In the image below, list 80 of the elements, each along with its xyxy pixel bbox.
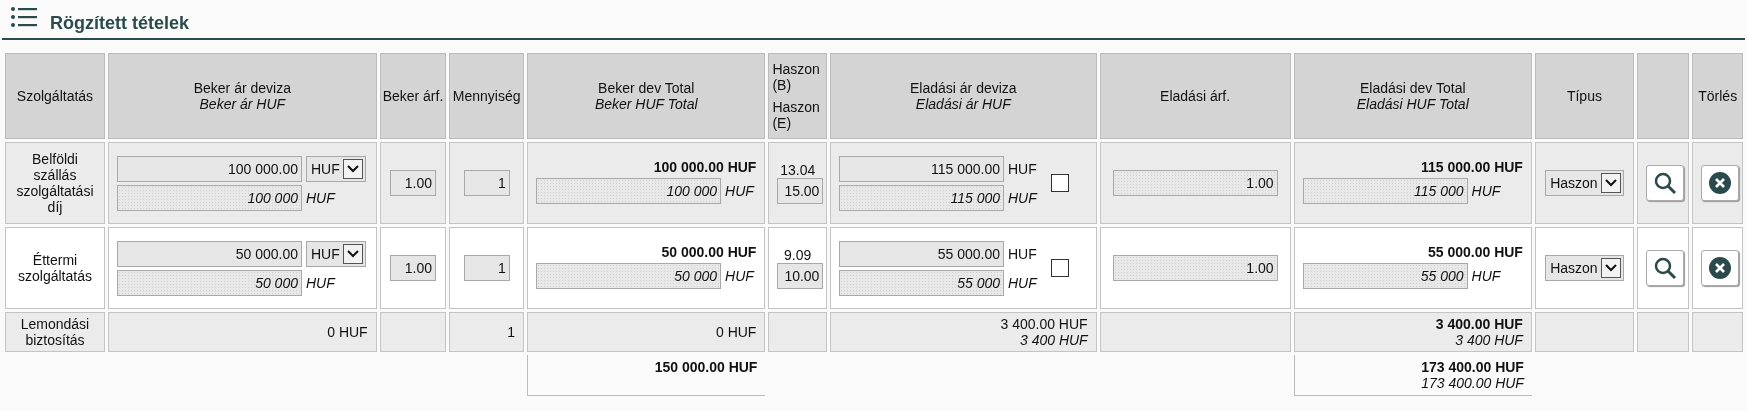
unit-label: HUF bbox=[725, 183, 754, 199]
column-header: Beker dev Total Beker HUF Total bbox=[527, 53, 766, 139]
unit-label: HUF bbox=[1008, 274, 1037, 291]
currency-select[interactable]: HUF bbox=[306, 240, 366, 267]
column-header: Haszon (B) Haszon (E) bbox=[768, 53, 827, 139]
delete-button[interactable] bbox=[1701, 165, 1740, 201]
unit-label: HUF bbox=[725, 268, 754, 284]
huf-total: 3 400 HUF bbox=[1454, 332, 1523, 348]
close-icon bbox=[1708, 256, 1733, 280]
search-button[interactable] bbox=[1645, 250, 1684, 286]
unit-label: HUF bbox=[1008, 245, 1037, 262]
unit-label: HUF bbox=[306, 274, 335, 291]
grand-total: 150 000.00 HUF bbox=[653, 359, 758, 375]
margin-input[interactable]: 10.00 bbox=[777, 263, 824, 289]
column-header: Beker ár deviza Beker ár HUF bbox=[108, 53, 377, 139]
column-header: Törlés bbox=[1692, 53, 1743, 139]
unit-label: HUF bbox=[1008, 160, 1037, 177]
type-select[interactable]: Haszon bbox=[1545, 255, 1624, 281]
column-header: Típus bbox=[1534, 53, 1634, 139]
checkbox[interactable] bbox=[1050, 174, 1069, 192]
unit-label: HUF bbox=[306, 189, 335, 206]
huf-input[interactable]: 55 000 bbox=[839, 269, 1004, 296]
search-icon bbox=[1652, 256, 1677, 280]
margin-value: 9.09 bbox=[783, 247, 813, 263]
total-amount: 55 000.00 HUF bbox=[1426, 244, 1523, 260]
huf-amount: 3 400 HUF bbox=[1018, 332, 1088, 348]
caret-icon bbox=[342, 158, 363, 179]
quantity: 1 bbox=[507, 324, 516, 340]
huf-total-input[interactable]: 100 000 bbox=[536, 178, 722, 204]
rate-input[interactable]: 1.00 bbox=[1112, 170, 1278, 196]
huf-input[interactable]: 100 000 bbox=[117, 184, 302, 211]
column-header: Eladási dev Total Eladási HUF Total bbox=[1293, 53, 1532, 139]
service-name: Lemondási biztosítás bbox=[20, 316, 90, 348]
huf-total-input[interactable]: 50 000 bbox=[536, 263, 722, 289]
section-title: Rögzített tételek bbox=[50, 12, 190, 34]
list-icon bbox=[10, 6, 38, 28]
margin-value: 13.04 bbox=[779, 162, 817, 178]
service-name: Belföldi szállás szolgáltatási díj bbox=[16, 151, 94, 215]
column-header: Eladási árf. bbox=[1099, 53, 1291, 139]
search-button[interactable] bbox=[1645, 165, 1684, 201]
column-header: Eladási ár deviza Eladási ár HUF bbox=[830, 53, 1097, 139]
checkbox[interactable] bbox=[1050, 259, 1069, 277]
total-amount: 0 HUF bbox=[715, 324, 757, 340]
quantity-input[interactable]: 1 bbox=[463, 170, 510, 196]
column-header: Mennyiség bbox=[449, 53, 525, 139]
amount: 3 400.00 HUF bbox=[999, 316, 1088, 332]
total-amount: 100 000.00 HUF bbox=[652, 159, 757, 175]
unit-label: HUF bbox=[1471, 268, 1501, 284]
huf-input[interactable]: 115 000 bbox=[839, 184, 1004, 211]
unit-label: HUF bbox=[1008, 189, 1037, 206]
currency-select[interactable]: HUF bbox=[306, 155, 366, 182]
unit-label: HUF bbox=[1471, 183, 1501, 199]
caret-icon bbox=[1600, 173, 1621, 193]
price-input[interactable]: 55 000.00 bbox=[839, 240, 1004, 267]
type-select[interactable]: Haszon bbox=[1545, 170, 1624, 196]
total-amount: 50 000.00 HUF bbox=[660, 244, 757, 260]
rate-input[interactable]: 1.00 bbox=[1112, 255, 1278, 281]
huf-total-input[interactable]: 55 000 bbox=[1302, 263, 1468, 289]
rate-input[interactable]: 1.00 bbox=[390, 255, 436, 281]
huf-input[interactable]: 50 000 bbox=[117, 269, 302, 296]
total-amount: 115 000.00 HUF bbox=[1419, 159, 1523, 175]
column-header: Beker árf. bbox=[379, 53, 447, 139]
caret-icon bbox=[342, 243, 363, 264]
delete-button[interactable] bbox=[1701, 250, 1740, 286]
huf-total-input[interactable]: 115 000 bbox=[1302, 178, 1468, 204]
rate-input[interactable]: 1.00 bbox=[390, 170, 436, 196]
service-name: Éttermi szolgáltatás bbox=[18, 252, 92, 284]
search-icon bbox=[1652, 171, 1677, 195]
total-amount: 3 400.00 HUF bbox=[1434, 316, 1523, 332]
caret-icon bbox=[1600, 258, 1621, 278]
price-input[interactable]: 100 000.00 bbox=[117, 155, 302, 182]
quantity-input[interactable]: 1 bbox=[463, 255, 510, 281]
price-input[interactable]: 50 000.00 bbox=[117, 240, 302, 267]
amount: 0 HUF bbox=[327, 324, 368, 340]
column-header: Szolgáltatás bbox=[5, 53, 105, 139]
margin-input[interactable]: 15.00 bbox=[777, 178, 824, 204]
close-icon bbox=[1708, 171, 1733, 195]
grand-total: 173 400.00 HUF bbox=[1420, 359, 1524, 375]
grand-total-huf: 173 400.00 HUF bbox=[1420, 375, 1524, 391]
price-input[interactable]: 115 000.00 bbox=[839, 155, 1004, 182]
